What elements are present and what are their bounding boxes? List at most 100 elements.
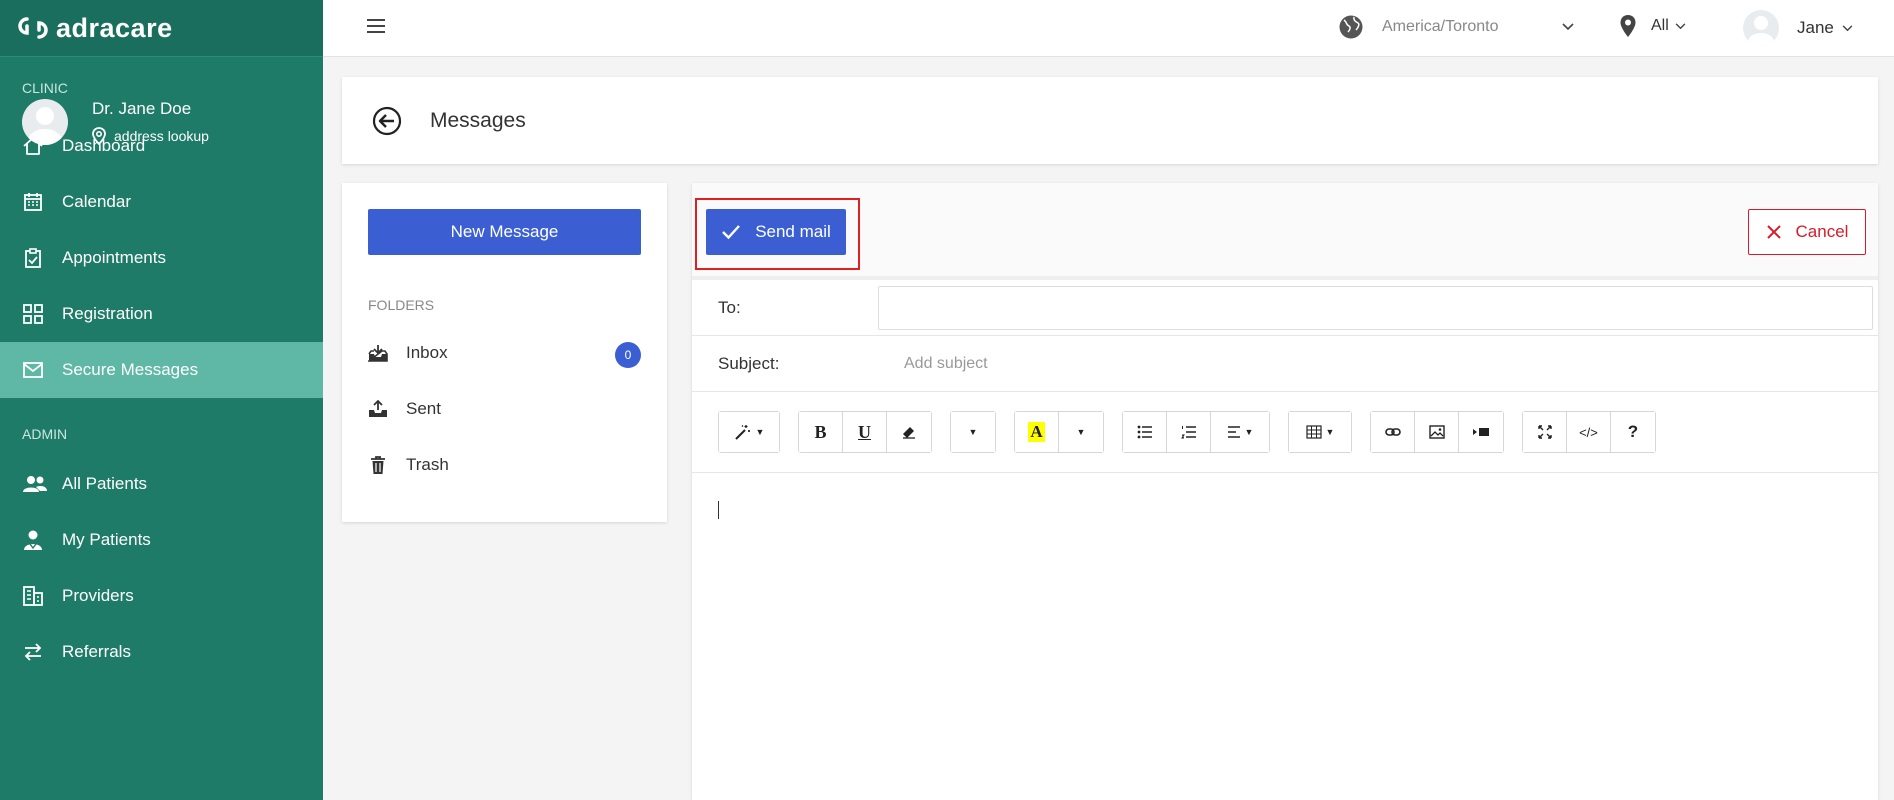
grid-icon [23, 304, 43, 324]
back-arrow-icon[interactable] [372, 106, 402, 136]
sidebar-item-all-patients[interactable]: All Patients [0, 456, 323, 512]
align-dropdown[interactable]: ▼ [1211, 412, 1269, 452]
unordered-list-icon [1137, 425, 1152, 439]
subject-input[interactable] [904, 354, 1704, 373]
brand[interactable]: adracare [0, 0, 323, 57]
magic-style-button[interactable]: ▼ [719, 412, 779, 452]
style-group: ▼ [718, 411, 780, 453]
cancel-button[interactable]: Cancel [1748, 209, 1866, 255]
color-dropdown[interactable]: ▼ [1059, 412, 1103, 452]
message-body-editor[interactable] [692, 473, 1878, 793]
chevron-down-icon [1675, 22, 1686, 29]
help-button[interactable]: ? [1611, 412, 1655, 452]
insert-video-button[interactable] [1459, 412, 1503, 452]
exchange-arrows-icon [24, 643, 42, 661]
text-cursor [718, 501, 719, 519]
underline-button[interactable]: U [843, 412, 887, 452]
page-header: Messages [342, 77, 1878, 164]
sidebar-item-referrals[interactable]: Referrals [0, 624, 323, 680]
caret-down-icon: ▼ [1244, 427, 1254, 437]
user-name: Jane [1797, 18, 1834, 37]
sidebar-item-appointments[interactable]: Appointments [0, 230, 323, 286]
bold-glyph: B [814, 421, 827, 442]
paragraph-group: ▼ [1122, 411, 1270, 453]
editor-toolbar: ▼ B U ▼ A ▼ ▼ ▼ </> ? [692, 392, 1878, 473]
location-selector[interactable]: All [1619, 14, 1686, 38]
insert-link-button[interactable] [1371, 412, 1415, 452]
table-dropdown[interactable]: ▼ [1289, 412, 1351, 452]
caret-down-icon: ▼ [1076, 427, 1086, 437]
video-icon [1473, 428, 1489, 436]
folder-label: Sent [406, 399, 441, 418]
trash-icon [371, 456, 385, 474]
sidebar-item-my-patients[interactable]: My Patients [0, 512, 323, 568]
calendar-icon [24, 193, 42, 211]
avatar [1743, 10, 1779, 46]
sidebar-item-label: Appointments [62, 248, 166, 267]
compose-actions: Send mail Cancel [692, 183, 1878, 280]
eraser-icon [903, 427, 915, 439]
compose-panel: Send mail Cancel To: Subject: ▼ B U [692, 183, 1878, 800]
user-menu[interactable]: Jane [1743, 10, 1853, 46]
new-message-button[interactable]: New Message [368, 209, 641, 255]
close-icon [1766, 225, 1781, 239]
folder-trash[interactable]: Trash [368, 437, 641, 493]
folder-inbox[interactable]: Inbox 0 [368, 325, 641, 381]
caret-down-icon: ▼ [755, 427, 765, 437]
profile-name: Dr. Jane Doe [92, 98, 192, 118]
code-view-button[interactable]: </> [1567, 412, 1611, 452]
inbox-icon [368, 345, 388, 362]
code-glyph: </> [1579, 424, 1598, 440]
building-icon [23, 586, 43, 606]
numbered-list-button[interactable] [1167, 412, 1211, 452]
help-glyph: ? [1627, 422, 1639, 441]
subject-row: Subject: [692, 336, 1878, 392]
sidebar: adracare Dr. Jane Doe address lookup CLI… [0, 0, 323, 800]
font-size-dropdown[interactable]: ▼ [951, 412, 995, 452]
align-left-icon [1227, 426, 1240, 438]
folders-panel: New Message FOLDERS Inbox 0 Sent Trash [342, 183, 667, 522]
to-input[interactable] [878, 285, 1873, 330]
chevron-down-icon [1842, 24, 1853, 31]
sidebar-item-secure-messages[interactable]: Secure Messages [0, 342, 323, 398]
cancel-label: Cancel [1795, 222, 1849, 241]
folders-section-label: FOLDERS [368, 297, 435, 313]
topbar: America/Toronto All Jane [323, 0, 1894, 57]
folder-sent[interactable]: Sent [368, 381, 641, 437]
location-value: All [1651, 17, 1669, 34]
fullscreen-button[interactable] [1523, 412, 1567, 452]
sidebar-item-label: All Patients [62, 474, 148, 493]
adracare-logo-icon [18, 17, 48, 39]
sidebar-item-calendar[interactable]: Calendar [0, 174, 323, 230]
expand-icon [1537, 425, 1552, 439]
highlight-color-button[interactable]: A [1015, 412, 1059, 452]
bold-button[interactable]: B [799, 412, 843, 452]
avatar [22, 98, 68, 145]
image-icon [1428, 425, 1445, 439]
to-row: To: [692, 280, 1878, 336]
sidebar-item-label: Secure Messages [62, 360, 199, 379]
sidebar-item-providers[interactable]: Providers [0, 568, 323, 624]
brand-name: adracare [56, 12, 173, 43]
map-marker-icon [1620, 15, 1636, 37]
sidebar-item-registration[interactable]: Registration [0, 286, 323, 342]
send-mail-button[interactable]: Send mail [706, 209, 846, 255]
underline-glyph: U [858, 421, 871, 442]
user-doctor-icon [24, 530, 42, 550]
subject-label: Subject: [718, 353, 780, 373]
link-icon [1384, 428, 1401, 436]
table-group: ▼ [1288, 411, 1352, 453]
menu-toggle-icon[interactable] [367, 19, 385, 35]
insert-image-button[interactable] [1415, 412, 1459, 452]
folder-label: Inbox [406, 343, 448, 362]
chevron-down-icon [1562, 23, 1574, 31]
sidebar-item-label: Registration [62, 304, 153, 323]
bullet-list-button[interactable] [1123, 412, 1167, 452]
timezone-value: America/Toronto [1382, 18, 1499, 35]
page-title: Messages [430, 108, 526, 132]
caret-down-icon: ▼ [1325, 427, 1335, 437]
clipboard-check-icon [25, 248, 41, 268]
clear-format-button[interactable] [887, 412, 931, 452]
timezone-selector[interactable]: America/Toronto [1338, 14, 1574, 40]
highlight-glyph: A [1028, 422, 1045, 442]
